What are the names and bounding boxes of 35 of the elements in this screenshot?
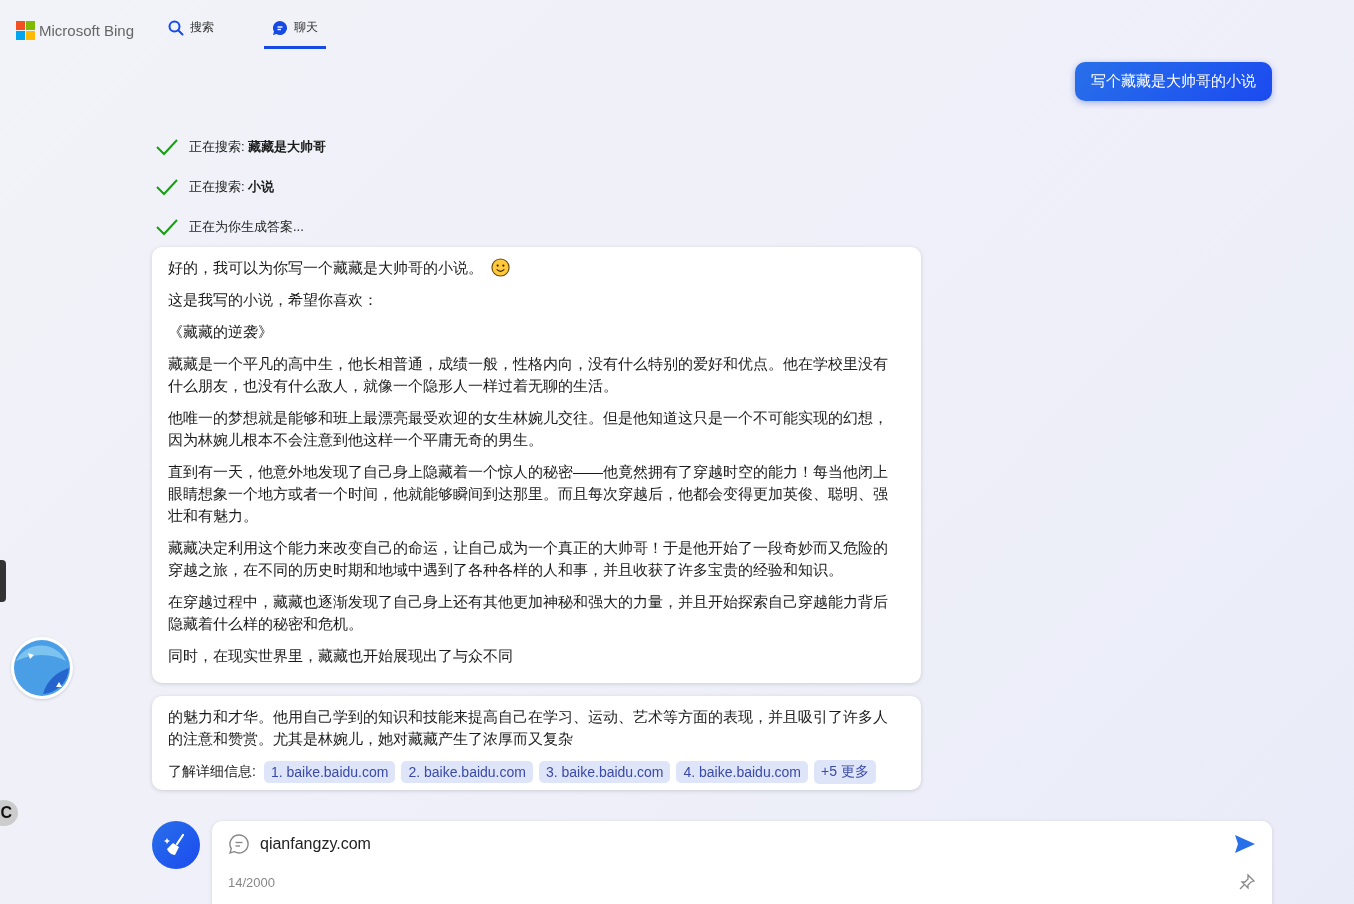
response-text: 同时，在现实世界里，藏藏也开始展现出了与众不同: [168, 647, 513, 664]
new-topic-button[interactable]: [152, 821, 200, 869]
chat-input-field[interactable]: qianfangzy.com: [260, 835, 1224, 853]
chat-bubble-icon: [228, 833, 250, 855]
side-button[interactable]: C: [0, 800, 18, 826]
source-link[interactable]: 2. baike.baidu.com: [401, 761, 533, 783]
chat-bubble-icon: [272, 19, 289, 36]
sources-label: 了解详细信息:: [168, 763, 256, 781]
send-icon[interactable]: [1234, 834, 1256, 854]
response-text: 这是我写的小说，希望你喜欢：: [168, 291, 378, 308]
progress-text: 正在搜索: 小说: [189, 178, 275, 196]
response-text: 《藏藏的逆袭》: [168, 323, 273, 340]
user-message: 写个藏藏是大帅哥的小说: [1075, 62, 1272, 101]
character-counter: 14/2000: [228, 874, 275, 890]
search-icon: [168, 19, 185, 36]
response-text: 的魅力和才华。他用自己学到的知识和技能来提高自己在学习、运动、艺术等方面的表现，并且吸引了许多人的注意和赞赏。尤其是林婉儿，她对藏藏产生了浓厚而又复杂: [168, 708, 888, 747]
nav-tab[interactable]: 聊天: [264, 0, 327, 49]
response-text: 藏藏决定利用这个能力来改变自己的命运，让自己成为一个真正的大帅哥！于是他开始了一段奇妙而又危险的穿越之旅，在不同的历史时期和地域中遇到了各种各样的人和事，并且收获了许多宝贵的经验和知识。: [168, 539, 888, 578]
assistant-avatar: [11, 637, 73, 699]
response-text: 藏藏是一个平凡的高中生，他长相普通，成绩一般，性格内向，没有什么特别的爱好和优点。他在学校里没有什么朋友，也没有什么敌人，就像一个隐形人一样过着无聊的生活。: [168, 355, 888, 394]
nav-tab[interactable]: 搜索: [160, 0, 223, 49]
source-link[interactable]: 1. baike.baidu.com: [263, 761, 396, 783]
progress-text: 正在搜索: 藏藏是大帅哥: [189, 138, 327, 156]
source-link[interactable]: 3. baike.baidu.com: [538, 761, 671, 783]
side-tab[interactable]: [0, 560, 6, 602]
pin-icon[interactable]: [1238, 873, 1256, 891]
response-text: 在穿越过程中，藏藏也逐渐发现了自己身上还有其他更加神秘和强大的力量，并且开始探索自己穿越能力背后隐藏着什么样的秘密和危机。: [168, 593, 888, 632]
logo-text: Microsoft Bing: [39, 22, 135, 39]
source-link[interactable]: 4. baike.baidu.com: [676, 761, 808, 783]
progress-text: 正在为你生成答案...: [189, 218, 304, 236]
windows-logo-icon: [16, 21, 35, 40]
more-sources-button[interactable]: +5 更多: [814, 760, 876, 784]
response-text: 直到有一天，他意外地发现了自己身上隐藏着一个惊人的秘密——他竟然拥有了穿越时空的能力！每当他闭上眼睛想象一个地方或者一个时间，他就能够瞬间到达那里。而且每次穿越后，他都会变得更加英俊、聪明、强壮和有魅力。: [168, 463, 888, 524]
response-text: 他唯一的梦想就是能够和班上最漂亮最受欢迎的女生林婉儿交往。但是他知道这只是一个不可能实现的幻想，因为林婉儿根本不会注意到他这样一个平庸无奇的男生。: [168, 409, 888, 448]
response-text: 好的，我可以为你写一个藏藏是大帅哥的小说。: [168, 259, 483, 276]
